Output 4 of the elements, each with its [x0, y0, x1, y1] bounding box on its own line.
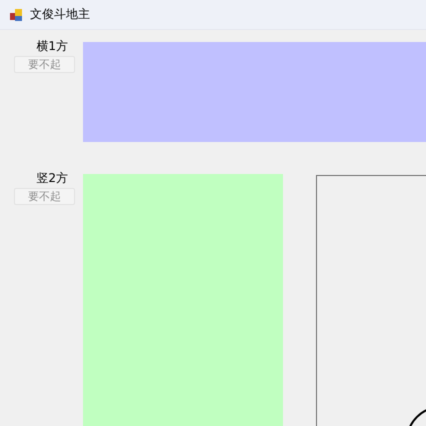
- player-label: 竖2方: [36, 171, 68, 185]
- app-icon: [10, 8, 22, 20]
- player-label: 横1方: [36, 39, 68, 53]
- window-title: 文俊斗地主: [30, 6, 90, 23]
